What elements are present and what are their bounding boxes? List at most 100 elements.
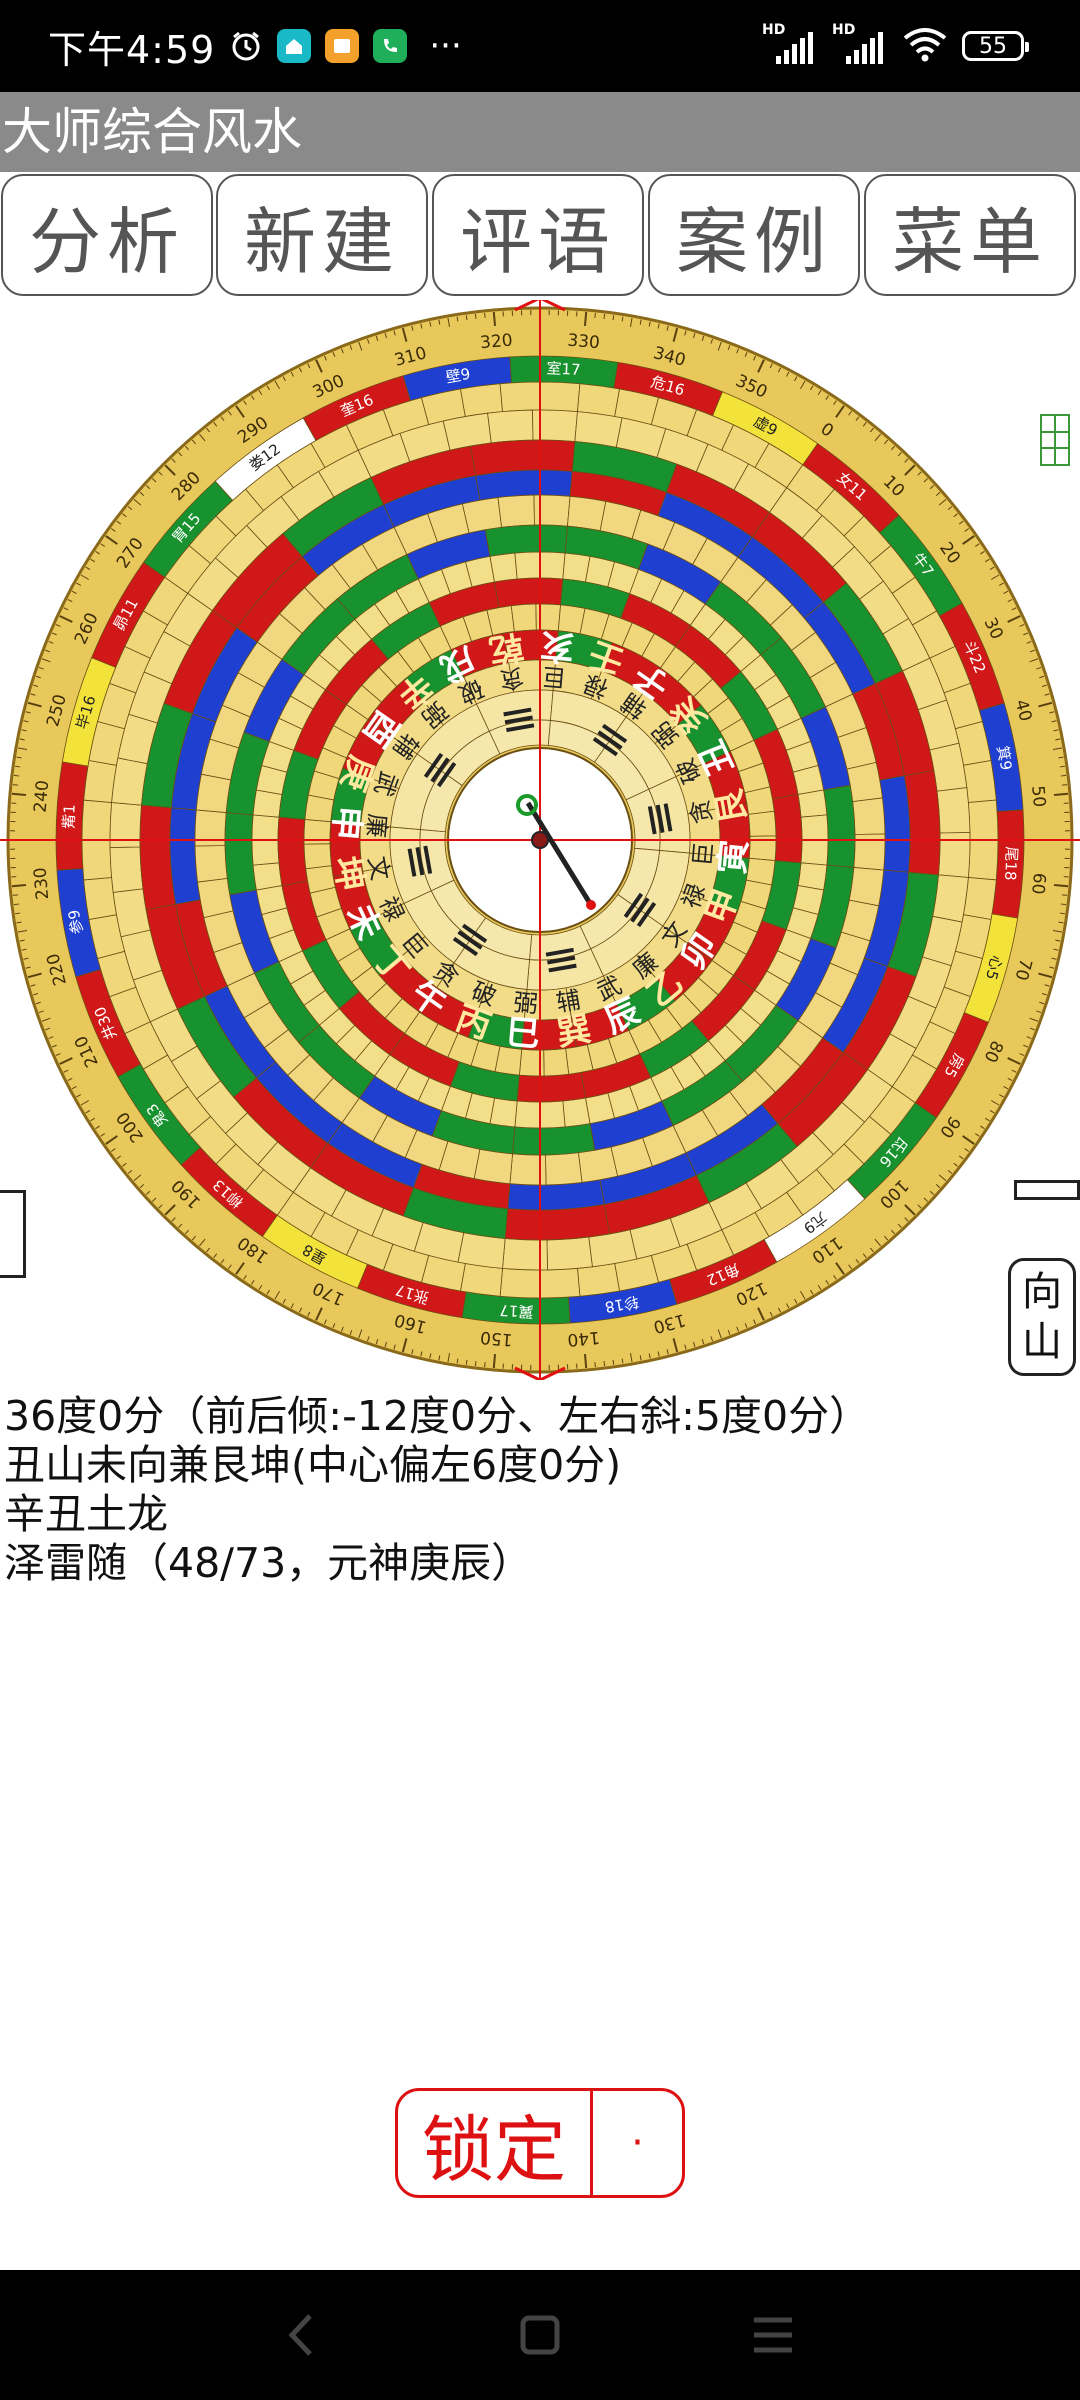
- degree-tick: [1061, 774, 1067, 777]
- mountain-label: 寅: [712, 838, 755, 875]
- tab-analyze[interactable]: 分析: [1, 174, 213, 296]
- compass-ring-segment: [489, 552, 518, 583]
- compass-ring-segment: [539, 1100, 566, 1129]
- constellation-label: 尾18: [1001, 846, 1021, 881]
- degree-tick: [15, 912, 21, 915]
- degree-tick: [12, 784, 18, 786]
- degree-tick: [465, 315, 468, 321]
- compass-ring-segment: [473, 1148, 513, 1185]
- compass-ring-segment: [83, 877, 117, 920]
- star-label: 贪: [497, 663, 525, 695]
- degree-tick: [612, 1359, 615, 1365]
- degree-tick: [1059, 912, 1065, 915]
- star-label: 巨: [688, 841, 718, 867]
- compass-ring-segment: [514, 551, 541, 580]
- degree-tick: [12, 894, 18, 896]
- recents-menu-icon[interactable]: [750, 2310, 796, 2364]
- compass-ring-segment: [81, 839, 113, 881]
- compass-ring-segment: [797, 789, 828, 818]
- battery-indicator: 55: [962, 31, 1029, 61]
- compass-ring-segment: [251, 839, 280, 866]
- degree-label: 230: [31, 867, 54, 901]
- shan-label: 山: [1022, 1319, 1062, 1365]
- degree-tick: [492, 311, 497, 327]
- compass-ring-segment: [81, 799, 113, 841]
- status-time: 下午4:59: [48, 27, 216, 72]
- degree-tick: [1062, 894, 1068, 896]
- facing-mountain-toggle[interactable]: 向 山: [1008, 1258, 1076, 1376]
- compass-ring-segment: [252, 862, 283, 891]
- degree-tick: [1062, 784, 1068, 786]
- degree-label: 50: [1027, 785, 1049, 808]
- degree-tick: [484, 312, 486, 318]
- compass-ring-segment: [83, 760, 117, 803]
- degree-tick: [474, 1361, 477, 1367]
- phone-app-icon: [373, 29, 408, 63]
- tab-cases[interactable]: 案例: [648, 174, 860, 296]
- compass-ring-segment: [516, 1071, 586, 1103]
- compass-ring-segment: [512, 1123, 596, 1156]
- mountain-facing: 丑山未向兼艮坤(中心偏左6度0分): [4, 1441, 622, 1489]
- degree-tick: [1053, 792, 1069, 797]
- degree-tick: [612, 315, 615, 321]
- signal-icon-2: HD: [832, 22, 888, 66]
- right-drag-handle[interactable]: [1014, 1180, 1080, 1200]
- compass-ring-segment: [800, 814, 829, 841]
- constellation-label: 觜1: [59, 804, 78, 829]
- constellation-label: 翼17: [499, 1301, 534, 1321]
- compass-ring-segment: [539, 551, 566, 580]
- compass-ring-segment: [546, 1236, 593, 1271]
- compass-ring-segment: [460, 1263, 503, 1297]
- gallery-app-icon: [325, 29, 360, 63]
- needle-south-marker: [586, 900, 596, 910]
- compass-ring-segment: [823, 784, 856, 868]
- degree-tick: [583, 311, 588, 327]
- tab-new[interactable]: 新建: [216, 174, 428, 296]
- luopan-compass[interactable]: 0 10 20 30 40 50 60 70 80 90 100 110 120 130 140 150 160…: [0, 296, 1080, 1382]
- compass-ring-segment: [460, 383, 503, 417]
- compass-ring-segment: [577, 1263, 620, 1297]
- compass-ring-segment: [251, 814, 280, 841]
- compass-ring-segment: [567, 495, 607, 532]
- compass-ring-segment: [487, 409, 534, 444]
- tab-comments[interactable]: 评语: [432, 174, 644, 296]
- compass-dial[interactable]: 0102030405060708090100110120130140150160…: [0, 296, 1080, 1382]
- system-nav-bar: [0, 2270, 1080, 2400]
- more-notifications-icon: ···: [429, 26, 462, 66]
- compass-ring-segment: [771, 794, 803, 864]
- compass-ring-segment: [963, 877, 997, 920]
- mountain-label: 申: [325, 804, 368, 841]
- tab-bar: 分析 新建 评语 案例 菜单: [0, 174, 1080, 298]
- compass-ring-segment: [539, 1267, 581, 1299]
- left-drag-handle[interactable]: [0, 1190, 26, 1278]
- mountain-label: 巳: [504, 1012, 541, 1055]
- hexagram-info: 泽雷随（48/73，元神庚辰）: [4, 1539, 533, 1587]
- lock-button[interactable]: 锁定: [398, 2091, 593, 2195]
- degree-label: 320: [479, 331, 513, 354]
- back-icon[interactable]: [280, 2310, 324, 2364]
- compass-ring-segment: [800, 839, 829, 866]
- degree-tick: [11, 883, 27, 888]
- degree-label: 330: [567, 331, 601, 354]
- compass-ring-segment: [195, 773, 232, 813]
- home-app-icon: [277, 29, 312, 63]
- grid-toggle-icon[interactable]: [1040, 414, 1070, 470]
- degree-tick: [603, 313, 606, 319]
- compass-ring-segment: [562, 1097, 591, 1128]
- tab-menu[interactable]: 菜单: [864, 174, 1076, 296]
- degree-label: 140: [567, 1327, 601, 1350]
- degree-tick: [603, 1361, 606, 1367]
- compass-ring-segment: [936, 787, 971, 834]
- needle-pivot: [531, 831, 549, 849]
- degree-tick: [594, 1362, 596, 1368]
- degree-tick: [1059, 765, 1065, 768]
- degree-tick: [474, 313, 477, 319]
- compass-ring-segment: [494, 577, 564, 609]
- star-label: 廉: [362, 813, 392, 839]
- mountain-label: 亥: [538, 625, 575, 668]
- home-icon[interactable]: [515, 2310, 565, 2364]
- degree-tick: [13, 903, 19, 906]
- degree-label: 60: [1027, 872, 1049, 895]
- compass-ring-segment: [499, 1267, 541, 1299]
- lock-dot-button[interactable]: ·: [593, 2091, 682, 2195]
